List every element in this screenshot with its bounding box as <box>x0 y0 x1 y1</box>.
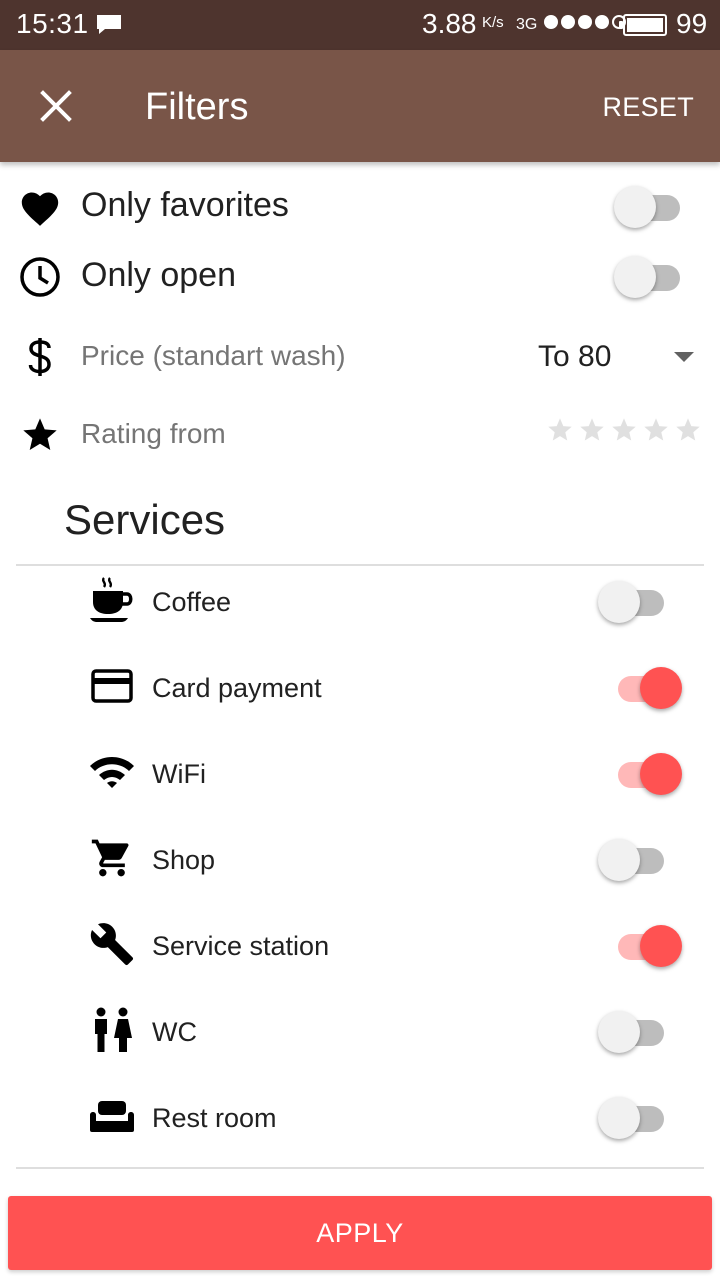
wc-icon <box>88 1006 136 1054</box>
close-icon <box>40 90 72 122</box>
service-toggle-card-payment[interactable] <box>610 666 682 710</box>
service-label-wifi: WiFi <box>152 759 206 789</box>
service-row-card-payment: Card payment <box>0 645 720 731</box>
close-button[interactable] <box>30 80 82 132</box>
service-label-coffee: Coffee <box>152 587 232 617</box>
service-toggle-rest-room[interactable] <box>598 1096 670 1140</box>
service-label-card-payment: Card payment <box>152 673 322 703</box>
service-toggle-wifi[interactable] <box>610 752 682 796</box>
network-speed-unit: K/s <box>482 14 504 31</box>
price-dropdown[interactable]: To 80 <box>520 322 700 392</box>
service-toggle-shop[interactable] <box>598 838 670 882</box>
status-bar: 15:31 3.88 K/s 3G 99 <box>0 0 720 50</box>
coffee-icon <box>88 576 136 624</box>
service-row-service-station: Service station <box>0 903 720 989</box>
dropdown-arrow-icon <box>674 352 694 362</box>
dollar-icon <box>18 335 62 379</box>
battery-level: 99 <box>676 8 708 39</box>
wifi-icon <box>88 748 136 796</box>
services-heading: Services <box>64 496 226 543</box>
reset-button[interactable]: RESET <box>602 92 694 123</box>
network-type: 3G <box>516 16 538 33</box>
favorites-label: Only favorites <box>81 186 289 224</box>
open-filter-row: Only open <box>0 242 720 312</box>
service-row-coffee: Coffee <box>0 559 720 645</box>
sofa-icon <box>88 1092 136 1140</box>
service-label-shop: Shop <box>152 845 216 875</box>
star-icon <box>18 413 62 457</box>
rating-label: Rating from <box>81 418 226 449</box>
service-toggle-wc[interactable] <box>598 1010 670 1054</box>
rating-stars <box>546 416 702 444</box>
apply-button[interactable]: APPLY <box>8 1196 712 1270</box>
app-bar: Filters RESET <box>0 50 720 162</box>
service-label-wc: WC <box>152 1017 197 1047</box>
heart-icon <box>18 185 62 229</box>
rating-star-4[interactable] <box>642 416 670 444</box>
service-row-rest-room: Rest room <box>0 1075 720 1161</box>
wrench-icon <box>88 920 136 968</box>
rating-star-3[interactable] <box>610 416 638 444</box>
network-speed: 3.88 <box>422 8 477 39</box>
service-row-shop: Shop <box>0 817 720 903</box>
rating-star-1[interactable] <box>546 416 574 444</box>
open-toggle[interactable] <box>614 255 686 299</box>
price-value: To 80 <box>538 340 612 373</box>
service-label-service-station: Service station <box>152 931 330 961</box>
shopping-cart-icon <box>88 834 136 882</box>
favorites-filter-row: Only favorites <box>0 172 720 242</box>
services-bottom-divider <box>16 1167 704 1169</box>
battery-icon <box>619 14 667 36</box>
service-row-wc: WC <box>0 989 720 1075</box>
open-label: Only open <box>81 256 236 294</box>
price-label: Price (standart wash) <box>81 340 346 371</box>
status-time: 15:31 <box>16 8 89 39</box>
credit-card-icon <box>88 662 136 710</box>
page-title: Filters <box>145 86 249 128</box>
service-label-rest-room: Rest room <box>152 1103 277 1133</box>
service-row-wifi: WiFi <box>0 731 720 817</box>
service-toggle-coffee[interactable] <box>598 580 670 624</box>
message-icon <box>97 15 121 34</box>
rating-star-2[interactable] <box>578 416 606 444</box>
service-toggle-service-station[interactable] <box>610 924 682 968</box>
signal-strength-icon <box>544 15 626 29</box>
favorites-toggle[interactable] <box>614 185 686 229</box>
rating-star-5[interactable] <box>674 416 702 444</box>
clock-icon <box>18 255 62 299</box>
